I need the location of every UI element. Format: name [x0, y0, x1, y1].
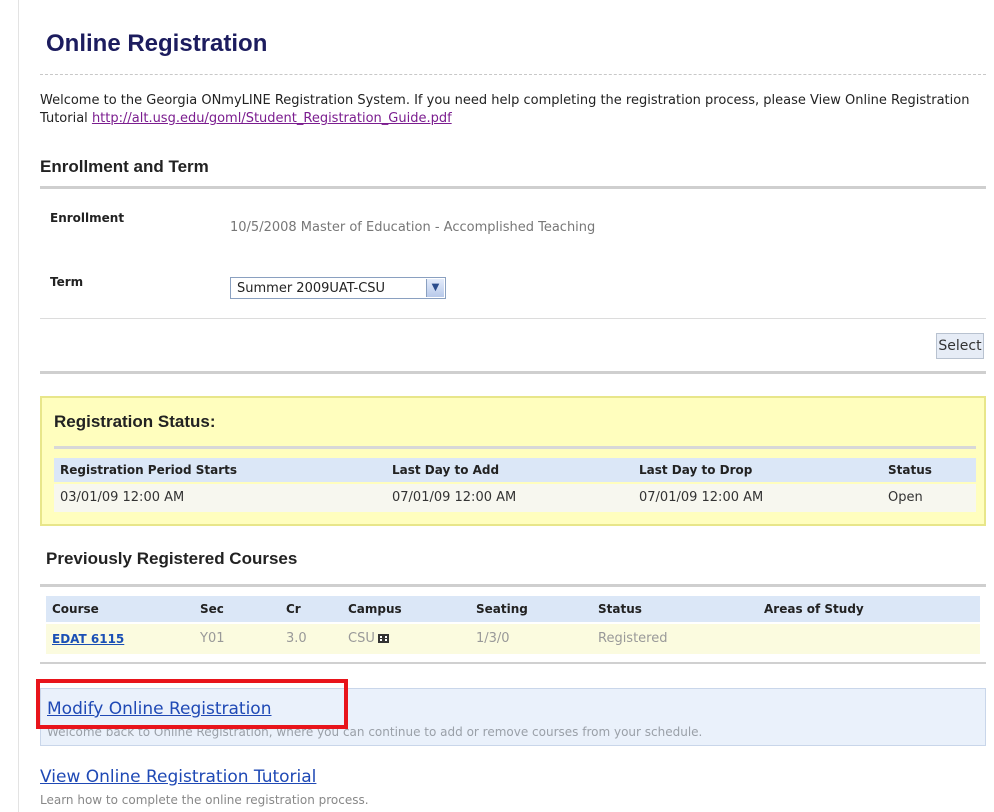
period-starts-value: 03/01/09 12:00 AM [60, 490, 185, 505]
title-divider [40, 74, 986, 75]
campus-cell: CSU [348, 631, 389, 646]
section-value: Y01 [200, 631, 225, 646]
welcome-text: Welcome to the Georgia ONmyLINE Registra… [40, 92, 986, 128]
enrollment-value: 10/5/2008 Master of Education - Accompli… [230, 220, 596, 235]
highlight-box [36, 679, 348, 729]
registration-status-divider [54, 446, 976, 449]
building-icon[interactable] [377, 634, 389, 643]
column-last-day-to-add: Last Day to Add [392, 463, 500, 477]
last-day-to-drop-value: 07/01/09 12:00 AM [639, 490, 764, 505]
enrollment-heading: Enrollment and Term [40, 157, 209, 176]
enrollment-label: Enrollment [50, 211, 125, 225]
column-status: Status [598, 602, 642, 616]
column-registration-period-starts: Registration Period Starts [60, 463, 238, 477]
column-cr: Cr [286, 602, 301, 616]
tutorial-pdf-link[interactable]: http://alt.usg.edu/goml/Student_Registra… [92, 111, 452, 126]
tutorial-description: Learn how to complete the online registr… [40, 793, 369, 807]
column-seating: Seating [476, 602, 528, 616]
chevron-down-icon[interactable]: ▼ [426, 279, 444, 297]
column-areas-of-study: Areas of Study [764, 602, 864, 616]
status-value: Open [888, 490, 923, 505]
enrollment-divider [40, 186, 986, 189]
table-row: 03/01/09 12:00 AM 07/01/09 12:00 AM 07/0… [54, 484, 976, 512]
page-left-rule [18, 0, 19, 812]
credits-value: 3.0 [286, 631, 307, 646]
previous-courses-divider [40, 584, 986, 587]
page-title: Online Registration [46, 30, 268, 57]
registration-status-header-row: Registration Period Starts Last Day to A… [54, 458, 976, 482]
enrollment-bottom-divider [40, 371, 986, 374]
last-day-to-add-value: 07/01/09 12:00 AM [392, 490, 517, 505]
previous-courses-heading: Previously Registered Courses [46, 549, 298, 568]
course-link[interactable]: EDAT 6115 [52, 632, 124, 646]
table-row: EDAT 6115 Y01 3.0 CSU 1/3/0 Registered [46, 624, 980, 654]
courses-bottom-divider [40, 662, 986, 664]
term-select[interactable]: Summer 2009UAT-CSU ▼ [230, 277, 446, 299]
term-divider [40, 318, 986, 319]
seating-value: 1/3/0 [476, 631, 510, 646]
column-status: Status [888, 463, 932, 477]
select-button[interactable]: Select [936, 333, 984, 359]
column-campus: Campus [348, 602, 402, 616]
campus-value: CSU [348, 631, 375, 646]
courses-header-row: Course Sec Cr Campus Seating Status Area… [46, 596, 980, 622]
column-last-day-to-drop: Last Day to Drop [639, 463, 753, 477]
column-sec: Sec [200, 602, 224, 616]
column-course: Course [52, 602, 99, 616]
registration-status-heading: Registration Status: [54, 412, 216, 431]
term-label: Term [50, 275, 84, 289]
registration-status-panel: Registration Status: Registration Period… [40, 396, 986, 526]
term-selected-value: Summer 2009UAT-CSU [237, 281, 386, 296]
course-status-value: Registered [598, 631, 668, 646]
view-tutorial-link[interactable]: View Online Registration Tutorial [40, 767, 316, 787]
